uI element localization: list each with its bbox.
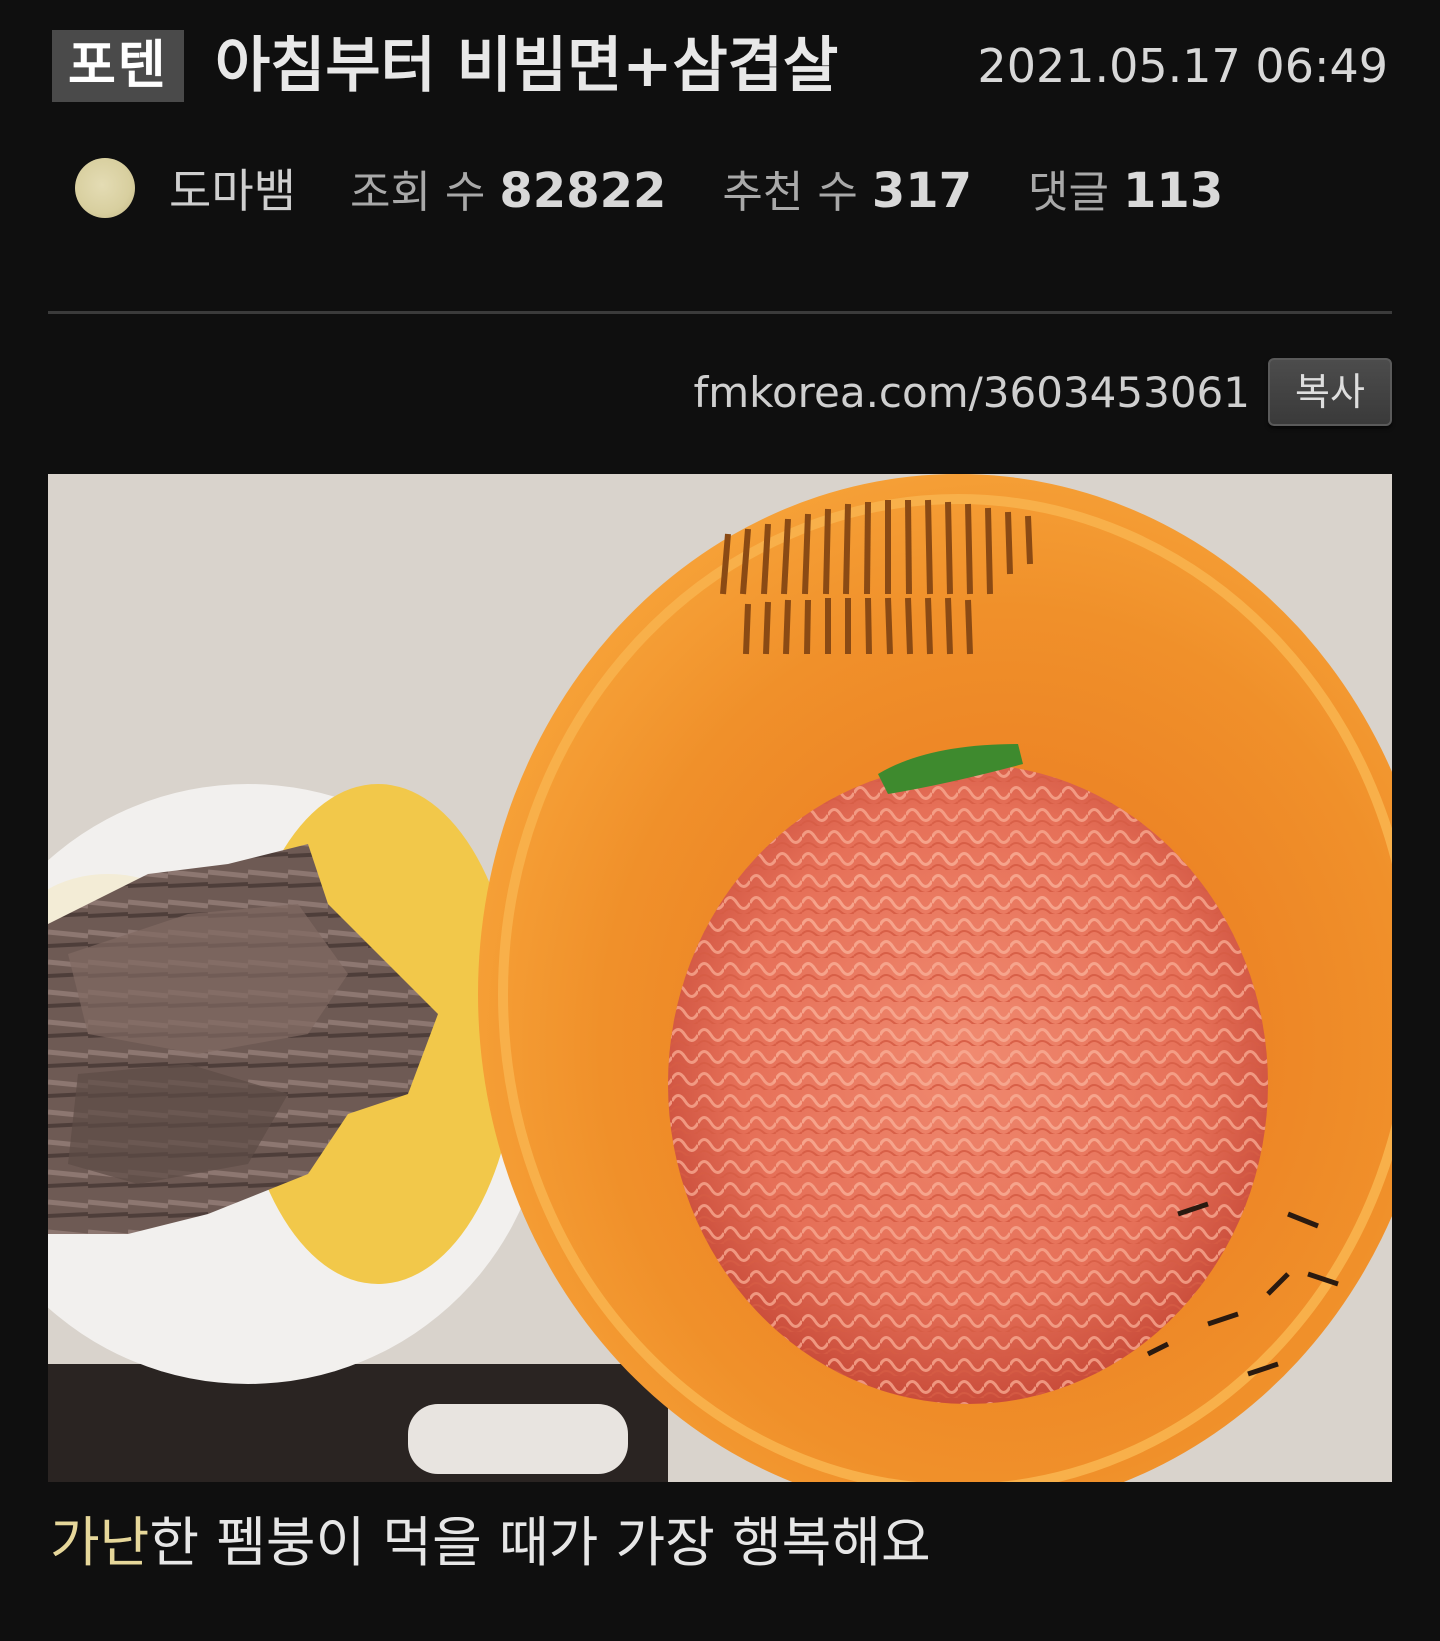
views-count: 82822: [499, 163, 667, 219]
divider: [48, 311, 1392, 314]
food-photo-illustration: [48, 474, 1392, 1482]
comments-stat[interactable]: 댓글 113: [1028, 156, 1223, 220]
likes-stat: 추천 수 317: [722, 156, 972, 220]
bibimmyeon-noodles: [668, 764, 1268, 1404]
likes-count: 317: [871, 163, 973, 219]
views-stat: 조회 수 82822: [350, 156, 666, 220]
caption-text: 한 펨붕이 먹을 때가 가장 행복해요: [149, 1511, 931, 1574]
caption-highlight: 가난: [50, 1511, 150, 1574]
views-label: 조회 수: [349, 167, 486, 218]
comments-label: 댓글: [1028, 167, 1110, 218]
post-date: 2021.05.17 06:49: [977, 39, 1388, 93]
post-caption: 가난한 펨붕이 먹을 때가 가장 행복해요: [50, 1508, 931, 1578]
short-link-row: fmkorea.com/3603453061 복사: [693, 356, 1392, 428]
short-url[interactable]: fmkorea.com/3603453061: [693, 368, 1250, 417]
avatar[interactable]: [75, 158, 135, 218]
comments-count: 113: [1123, 163, 1224, 219]
post-meta: 도마뱀 조회 수 82822 추천 수 317 댓글 113: [75, 156, 1279, 220]
likes-label: 추천 수: [722, 167, 858, 218]
copy-button[interactable]: 복사: [1268, 358, 1392, 426]
post-title: 아침부터 비빔면+삼겹살: [215, 31, 839, 101]
author-name[interactable]: 도마뱀: [169, 155, 296, 221]
category-badge[interactable]: 포텐: [52, 30, 184, 102]
post-header: 포텐 아침부터 비빔면+삼겹살 2021.05.17 06:49: [52, 28, 1388, 106]
post-photo: [48, 474, 1392, 1482]
